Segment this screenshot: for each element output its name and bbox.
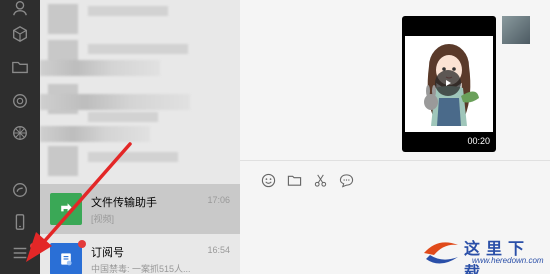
input-toolbar — [260, 172, 354, 190]
blurred-text — [88, 112, 158, 122]
avatar[interactable] — [502, 16, 530, 44]
subscriptions-avatar — [50, 243, 82, 274]
contacts-icon[interactable] — [8, 0, 32, 20]
unread-badge — [78, 240, 86, 248]
chat-time: 16:54 — [207, 245, 230, 255]
chat-name: 文件传输助手 — [91, 197, 157, 209]
mini-program-icon[interactable] — [8, 178, 32, 202]
chat-item-subscriptions[interactable]: 订阅号 16:54 中国禁毒: 一案抓515人... — [40, 234, 240, 274]
conversation-list: 文件传输助手 17:06 [视频] 订阅号 16:54 中国禁毒: 一案抓515… — [40, 0, 240, 274]
blurred-row — [40, 94, 190, 110]
phone-icon[interactable] — [8, 210, 32, 234]
video-message[interactable]: 00:20 — [402, 16, 496, 152]
watermark-text: 这里下载 — [464, 239, 531, 274]
play-icon[interactable] — [435, 70, 461, 96]
video-duration: 00:20 — [467, 136, 490, 146]
chat-time: 17:06 — [207, 195, 230, 205]
watermark-logo-icon — [424, 242, 458, 264]
chat-bubble-icon[interactable] — [338, 172, 354, 188]
scissors-icon[interactable] — [312, 172, 328, 188]
menu-notification-dot — [30, 243, 36, 249]
file-transfer-avatar — [50, 193, 82, 225]
chat-name: 订阅号 — [91, 247, 124, 259]
folder-icon[interactable] — [8, 55, 32, 79]
watermark-url: www.heredown.com — [472, 256, 544, 265]
emoji-icon[interactable] — [260, 172, 276, 188]
blurred-row — [40, 60, 160, 76]
chat-preview: 中国禁毒: 一案抓515人... — [91, 264, 191, 274]
channels-icon[interactable] — [8, 121, 32, 145]
watermark: 这里下载 www.heredown.com — [418, 233, 548, 274]
moments-icon[interactable] — [8, 89, 32, 113]
blurred-avatar — [48, 4, 78, 34]
sidebar-rail — [0, 0, 40, 274]
collections-icon[interactable] — [8, 22, 32, 46]
message-area: 00:20 — [240, 0, 550, 160]
blurred-row — [40, 126, 150, 142]
divider — [240, 160, 550, 161]
blurred-text — [88, 44, 188, 54]
blurred-avatar — [48, 146, 78, 176]
blurred-text — [88, 152, 178, 162]
chat-item-file-transfer[interactable]: 文件传输助手 17:06 [视频] — [40, 184, 240, 234]
chat-preview: [视频] — [91, 214, 115, 224]
folder-icon[interactable] — [286, 172, 302, 188]
document-icon — [61, 253, 72, 266]
blurred-text — [88, 6, 168, 16]
transfer-arrow-icon — [61, 203, 72, 212]
menu-icon[interactable] — [8, 241, 32, 265]
